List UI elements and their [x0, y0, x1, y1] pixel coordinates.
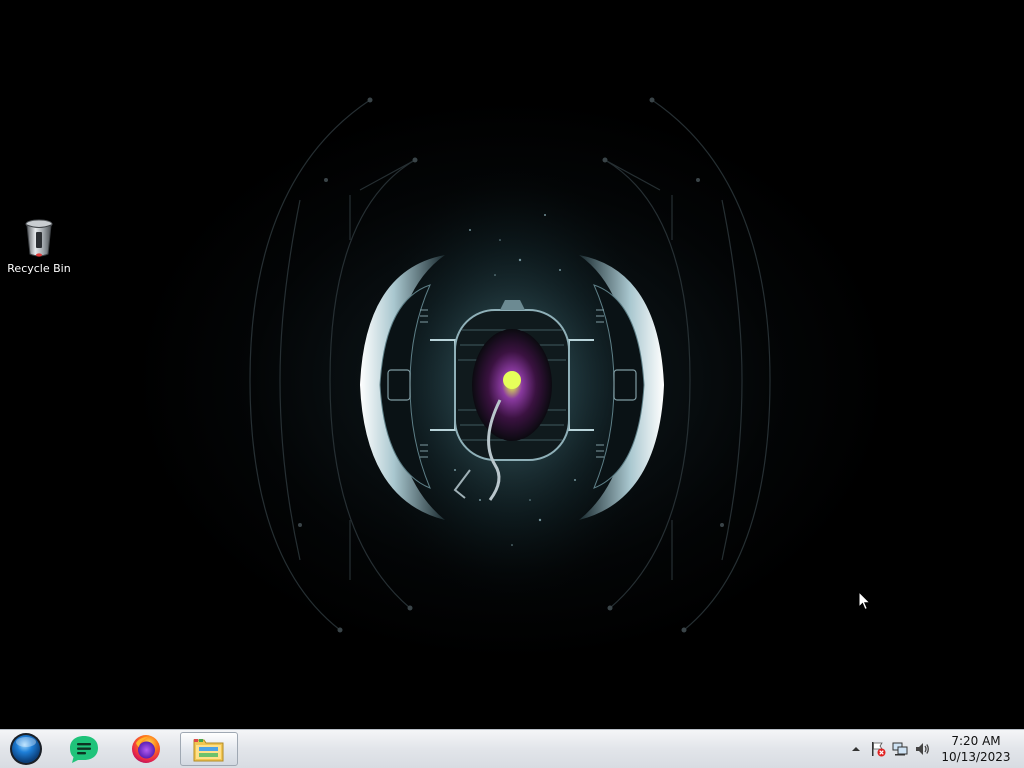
firefox-icon: [132, 735, 160, 763]
taskbar-file-explorer-button[interactable]: [180, 732, 238, 766]
taskbar-clock[interactable]: 7:20 AM 10/13/2023: [936, 733, 1016, 765]
recycle-bin-icon: [25, 219, 53, 257]
desktop-icon-label: Recycle Bin: [7, 262, 71, 275]
volume-icon[interactable]: [914, 741, 930, 757]
windows-orb-icon: [10, 733, 42, 765]
file-explorer-icon: [193, 739, 224, 762]
desktop-icon-recycle-bin[interactable]: Recycle Bin: [6, 214, 72, 275]
taskbar-notes-app-button[interactable]: [62, 732, 106, 766]
clock-time: 7:20 AM: [951, 734, 1001, 748]
desktop[interactable]: Recycle Bin: [0, 0, 1024, 729]
start-button[interactable]: [4, 732, 48, 766]
show-hidden-icons-chevron-icon[interactable]: [848, 741, 864, 757]
wallpaper: [249, 97, 771, 633]
mouse-pointer-icon: [858, 591, 872, 611]
action-center-flag-icon[interactable]: [870, 741, 886, 757]
system-tray: 7:20 AM 10/13/2023: [834, 730, 1024, 768]
clock-date: 10/13/2023: [941, 750, 1011, 764]
taskbar: 7:20 AM 10/13/2023: [0, 729, 1024, 768]
network-icon[interactable]: [892, 741, 908, 757]
green-notes-app-icon: [70, 736, 98, 763]
taskbar-firefox-button[interactable]: [124, 732, 168, 766]
